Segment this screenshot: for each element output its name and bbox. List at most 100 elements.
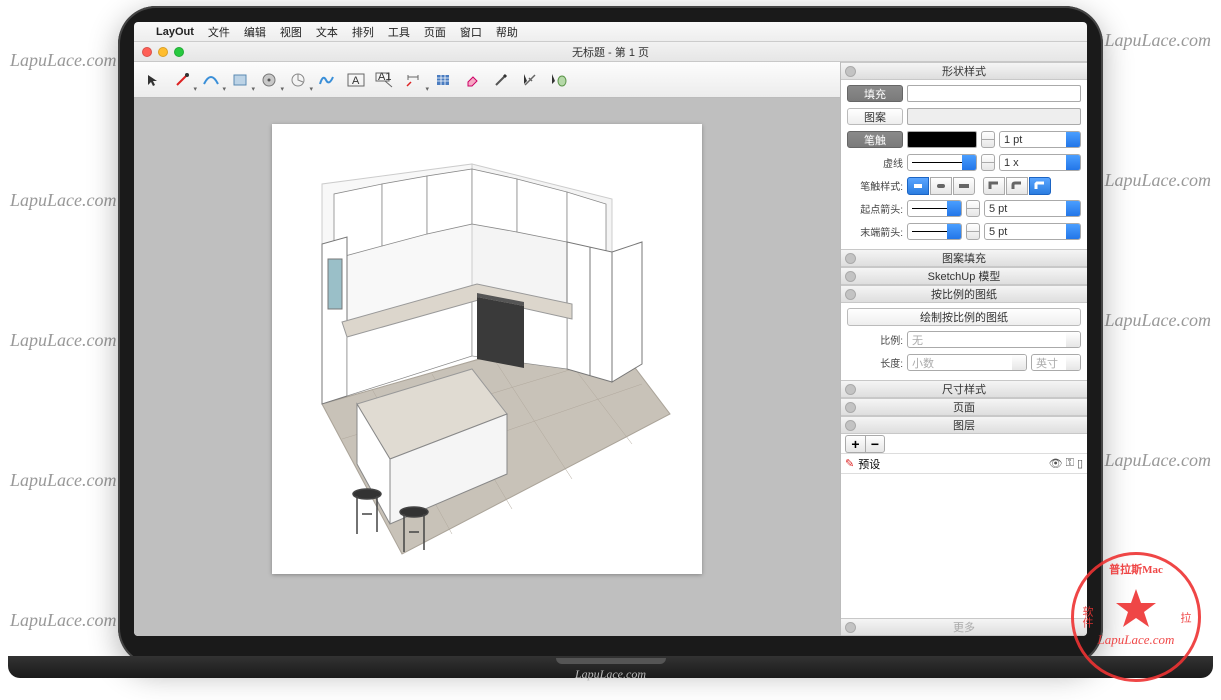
zoom-button[interactable] xyxy=(174,47,184,57)
freehand-tool-icon[interactable] xyxy=(314,67,340,93)
menu-edit[interactable]: 编辑 xyxy=(244,24,266,40)
pattern-swatch[interactable] xyxy=(907,108,1081,125)
start-arrow-select[interactable]: ▾ xyxy=(907,200,962,217)
layers-header[interactable]: 图层 xyxy=(841,416,1087,434)
wm: LapuLace.com xyxy=(1105,30,1212,51)
menu-view[interactable]: 视图 xyxy=(280,24,302,40)
layer-name: 预设 xyxy=(858,456,880,472)
cap-flat-icon[interactable] xyxy=(907,177,929,195)
wm: LapuLace.com xyxy=(10,470,117,491)
kitchen-render xyxy=(272,124,702,574)
wm: LapuLace.com xyxy=(1105,310,1212,331)
fill-swatch[interactable] xyxy=(907,85,1081,102)
wm: LapuLace.com xyxy=(10,190,117,211)
cap-round-icon[interactable] xyxy=(930,177,952,195)
end-arrow-select[interactable]: ▾ xyxy=(907,223,962,240)
laptop-base: LapuLace.com xyxy=(8,656,1213,678)
join-miter-icon[interactable] xyxy=(983,177,1005,195)
pages-header[interactable]: 页面 xyxy=(841,398,1087,416)
length-type-select[interactable]: 小数⇅ xyxy=(907,354,1027,371)
end-arrow-label: 末端箭头: xyxy=(847,224,903,239)
remove-layer-button[interactable]: − xyxy=(865,435,885,453)
document-page[interactable] xyxy=(272,124,702,574)
join-bevel-icon[interactable] xyxy=(1029,177,1051,195)
stamp-seal: 普拉斯Mac 软件 拉 LapuLace.com xyxy=(1071,552,1201,682)
pattern-fill-header[interactable]: 图案填充 xyxy=(841,249,1087,267)
wm: LapuLace.com xyxy=(10,50,117,71)
rectangle-tool-icon[interactable] xyxy=(227,67,253,93)
wm: LapuLace.com xyxy=(1105,170,1212,191)
make-scaled-button[interactable]: 绘制按比例的图纸 xyxy=(847,308,1081,326)
style-tool-icon[interactable] xyxy=(488,67,514,93)
stroke-toggle[interactable]: 笔触 xyxy=(847,131,903,148)
menu-text[interactable]: 文本 xyxy=(316,24,338,40)
table-tool-icon[interactable] xyxy=(430,67,456,93)
cap-buttons xyxy=(907,177,975,195)
menu-help[interactable]: 帮助 xyxy=(496,24,518,40)
star-icon xyxy=(1114,586,1158,630)
pencil-icon: ✎ xyxy=(845,457,854,470)
start-arrow-stepper[interactable] xyxy=(966,200,980,217)
menu-tools[interactable]: 工具 xyxy=(388,24,410,40)
color-stepper[interactable] xyxy=(981,131,995,148)
window-titlebar: 无标题 - 第 1 页 xyxy=(134,42,1087,62)
more-footer: 更多 xyxy=(841,618,1087,636)
length-label: 长度: xyxy=(847,355,903,370)
dimension-tool-icon[interactable] xyxy=(401,67,427,93)
stroke-swatch[interactable] xyxy=(907,131,977,148)
circle-tool-icon[interactable] xyxy=(256,67,282,93)
end-arrow-stepper[interactable] xyxy=(966,223,980,240)
canvas-viewport[interactable] xyxy=(134,98,840,636)
menu-window[interactable]: 窗口 xyxy=(460,24,482,40)
end-arrow-size-select[interactable]: 5 pt▾ xyxy=(984,223,1081,240)
menu-arrange[interactable]: 排列 xyxy=(352,24,374,40)
arc-tool-icon[interactable] xyxy=(198,67,224,93)
shape-style-header[interactable]: 形状样式 xyxy=(841,62,1087,80)
eraser-tool-icon[interactable] xyxy=(459,67,485,93)
laptop-frame: LayOut 文件 编辑 视图 文本 排列 工具 页面 窗口 帮助 无标题 - … xyxy=(118,6,1103,666)
layer-row[interactable]: ✎ 预设 👁 ⚿ ▯ xyxy=(841,454,1087,474)
add-layer-button[interactable]: + xyxy=(845,435,865,453)
page-icon[interactable]: ▯ xyxy=(1077,457,1083,470)
ratio-select[interactable]: 无⇅ xyxy=(907,331,1081,348)
toolbar: A A1 xyxy=(134,62,840,98)
base-watermark: LapuLace.com xyxy=(575,667,646,682)
menu-app[interactable]: LayOut xyxy=(156,26,194,38)
start-arrow-size-select[interactable]: 5 pt▾ xyxy=(984,200,1081,217)
wm: LapuLace.com xyxy=(10,610,117,631)
cap-square-icon[interactable] xyxy=(953,177,975,195)
scaled-drawing-header[interactable]: 按比例的图纸 xyxy=(841,285,1087,303)
text-tool-icon[interactable]: A xyxy=(343,67,369,93)
dim-style-header[interactable]: 尺寸样式 xyxy=(841,380,1087,398)
label-tool-icon[interactable]: A1 xyxy=(372,67,398,93)
join-round-icon[interactable] xyxy=(1006,177,1028,195)
menu-page[interactable]: 页面 xyxy=(424,24,446,40)
screen: LayOut 文件 编辑 视图 文本 排列 工具 页面 窗口 帮助 无标题 - … xyxy=(134,22,1087,636)
menu-file[interactable]: 文件 xyxy=(208,24,230,40)
dash-label: 虚线 xyxy=(847,155,903,170)
split-tool-icon[interactable] xyxy=(517,67,543,93)
line-tool-icon[interactable] xyxy=(169,67,195,93)
ratio-label: 比例: xyxy=(847,332,903,347)
pattern-toggle[interactable]: 图案 xyxy=(847,108,903,125)
fill-toggle[interactable]: 填充 xyxy=(847,85,903,102)
window-title: 无标题 - 第 1 页 xyxy=(572,44,649,60)
mac-menubar: LayOut 文件 编辑 视图 文本 排列 工具 页面 窗口 帮助 xyxy=(134,22,1087,42)
stroke-style-label: 笔触样式: xyxy=(847,178,903,193)
start-arrow-label: 起点箭头: xyxy=(847,201,903,216)
dash-stepper[interactable] xyxy=(981,154,995,171)
join-tool-icon[interactable] xyxy=(546,67,572,93)
sketchup-model-header[interactable]: SketchUp 模型 xyxy=(841,267,1087,285)
dash-select[interactable]: ▾ xyxy=(907,154,977,171)
stroke-width-select[interactable]: 1 pt▾ xyxy=(999,131,1081,148)
minimize-button[interactable] xyxy=(158,47,168,57)
wm: LapuLace.com xyxy=(10,330,117,351)
length-unit-select[interactable]: 英寸⇅ xyxy=(1031,354,1081,371)
polygon-tool-icon[interactable] xyxy=(285,67,311,93)
close-button[interactable] xyxy=(142,47,152,57)
dash-scale-select[interactable]: 1 x▾ xyxy=(999,154,1081,171)
visibility-icon[interactable]: 👁 xyxy=(1049,457,1063,470)
select-tool-icon[interactable] xyxy=(140,67,166,93)
inspector: 形状样式 填充 图案 笔触 1 pt▾ 虚线 ▾ 1 x▾ 笔触样式: xyxy=(840,62,1087,636)
lock-icon[interactable]: ⚿ xyxy=(1066,457,1074,470)
